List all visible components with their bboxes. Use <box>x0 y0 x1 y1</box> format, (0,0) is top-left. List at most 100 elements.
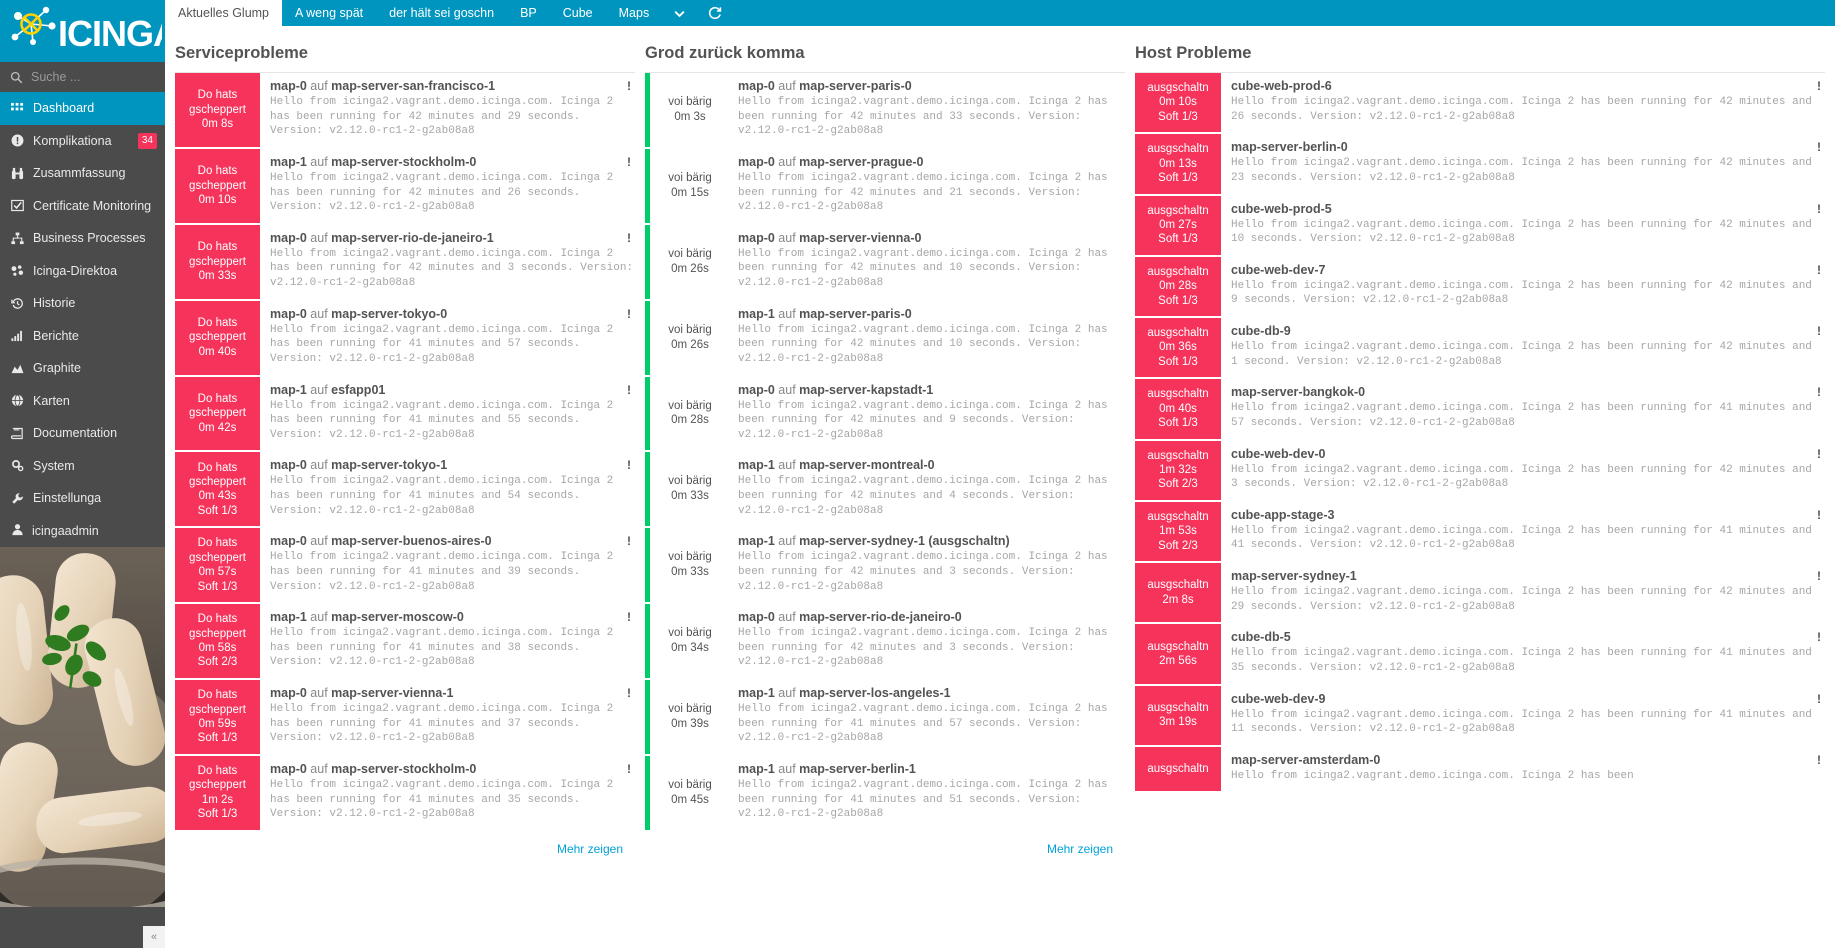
sidebar-item-business-processes[interactable]: Business Processes <box>0 222 165 255</box>
more-link-grod-zurueck-komma[interactable]: Mehr zeigen <box>645 832 1125 856</box>
status-label: voi bärig 0m 33s <box>650 452 730 526</box>
plugin-output: Hello from icinga2.vagrant.demo.icinga.c… <box>1231 218 1819 246</box>
plugin-output: Hello from icinga2.vagrant.demo.icinga.c… <box>1231 463 1819 491</box>
exclamation-icon: ! <box>627 230 631 245</box>
state-label: voi bärig <box>668 627 712 640</box>
service-name: map-1 <box>738 458 775 473</box>
table-row[interactable]: ausgschaltn 0m 28s Soft 1/3 cube-web-dev-7 H… <box>1135 256 1825 318</box>
tab-maps[interactable]: Maps <box>606 0 663 26</box>
tab-a-weng-spaet[interactable]: A weng spät <box>282 0 376 26</box>
tab-bp[interactable]: BP <box>507 0 550 26</box>
user-icon <box>11 523 24 539</box>
table-row[interactable]: Do hats gscheppert 0m 58s Soft 2/3 map-1 au… <box>175 604 635 680</box>
state-duration: 0m 3s <box>674 110 706 123</box>
host-name: map-server-amsterdam-0 <box>1231 752 1381 767</box>
table-row[interactable]: ausgschaltn 0m 10s Soft 1/3 cube-web-prod-6… <box>1135 73 1825 135</box>
sidebar-item-komplikationa[interactable]: Komplikationa 34 <box>0 125 165 158</box>
conjunction: auf <box>774 306 800 321</box>
state-duration: 0m 27s <box>1159 218 1197 231</box>
table-row[interactable]: Do hats gscheppert 0m 40s map-0 auf map-se… <box>175 300 635 377</box>
row-title: map-1 auf map-server-los-angeles-1 <box>738 686 1117 700</box>
sidebar-item-berichte[interactable]: Berichte <box>0 320 165 353</box>
table-row[interactable]: Do hats gscheppert 0m 8s map-0 auf map-ser… <box>175 73 635 149</box>
state-duration: 0m 28s <box>671 414 709 427</box>
brand-logo[interactable]: ICINGA <box>0 0 165 62</box>
sidebar-item-user[interactable]: icingaadmin <box>0 515 165 547</box>
row-body: map-0 auf map-server-san-francisco-1 Hell… <box>260 73 635 147</box>
status-badge: ausgschaltn 0m 13s Soft 1/3 <box>1135 134 1221 194</box>
sidebar-item-einstellunga[interactable]: Einstellunga <box>0 482 165 515</box>
table-row[interactable]: voi bärig 0m 33s map-1 auf map-server-mont… <box>645 452 1125 529</box>
table-row[interactable]: Do hats gscheppert 0m 43s Soft 1/3 map-0 au… <box>175 452 635 529</box>
table-row[interactable]: Do hats gscheppert 0m 42s map-1 auf esfapp… <box>175 376 635 453</box>
sidebar-item-certificate-monitoring[interactable]: Certificate Monitoring <box>0 190 165 223</box>
service-name: map-0 <box>738 610 775 625</box>
exclamation-icon: ! <box>627 761 631 776</box>
row-title: map-1 auf esfapp01 <box>270 383 635 397</box>
row-body: map-server-bangkok-0 Hello from icinga2.v… <box>1221 379 1825 438</box>
table-row[interactable]: voi bärig 0m 34s map-0 auf map-server-rio-… <box>645 604 1125 680</box>
table-row[interactable]: ausgschaltn 0m 13s Soft 1/3 map-server-berl… <box>1135 134 1825 196</box>
table-row[interactable]: Do hats gscheppert 1m 2s Soft 1/3 map-0 auf… <box>175 755 635 832</box>
row-title: map-0 auf map-server-buenos-aires-0 <box>270 534 635 548</box>
status-label: voi bärig 0m 3s <box>650 73 730 147</box>
table-row[interactable]: ausgschaltn 1m 53s Soft 2/3 cube-app-stage-… <box>1135 501 1825 563</box>
service-name: map-1 <box>270 382 307 397</box>
sidebar-item-system[interactable]: System <box>0 450 165 483</box>
status-badge: ausgschaltn 0m 10s Soft 1/3 <box>1135 73 1221 133</box>
state-label: ausgschaltn <box>1147 204 1209 217</box>
table-row[interactable]: ausgschaltn 0m 40s Soft 1/3 map-server-bang… <box>1135 379 1825 441</box>
tab-aktuelles-glump[interactable]: Aktuelles Glump <box>165 0 283 26</box>
sidebar-item-karten[interactable]: Karten <box>0 385 165 418</box>
table-row[interactable]: voi bärig 0m 28s map-0 auf map-server-kaps… <box>645 376 1125 453</box>
conjunction: auf <box>306 610 332 625</box>
table-row[interactable]: ausgschaltn 1m 32s Soft 2/3 cube-web-dev-0 H… <box>1135 440 1825 502</box>
exclamation-icon: ! <box>1817 569 1821 583</box>
sidebar-item-icinga-direktoa[interactable]: Icinga-Direktoa <box>0 255 165 288</box>
host-name: map-server-vienna-1 <box>331 686 454 700</box>
table-row[interactable]: ausgschaltn 0m 27s Soft 1/3 cube-web-prod-5… <box>1135 195 1825 257</box>
state-label: Do hats gscheppert <box>189 165 246 192</box>
sidebar-item-graphite[interactable]: Graphite <box>0 352 165 385</box>
row-title: map-0 auf map-server-tokyo-1 <box>270 458 635 472</box>
table-row[interactable]: voi bärig 0m 45s map-1 auf map-server-berl… <box>645 755 1125 832</box>
search-input[interactable] <box>31 70 151 84</box>
table-row[interactable]: Do hats gscheppert 0m 57s Soft 1/3 map-0 au… <box>175 528 635 605</box>
page-title: Host Probleme <box>1135 36 1825 73</box>
table-row[interactable]: voi bärig 0m 15s map-0 auf map-server-prag… <box>645 148 1125 225</box>
table-row[interactable]: voi bärig 0m 26s map-1 auf map-server-pari… <box>645 300 1125 377</box>
host-name: cube-db-9 <box>1231 324 1291 338</box>
table-row[interactable]: voi bärig 0m 39s map-1 auf map-server-los-… <box>645 680 1125 756</box>
service-name: map-0 <box>270 761 307 776</box>
sidebar-item-documentation[interactable]: Documentation <box>0 417 165 450</box>
exclamation-icon: ! <box>1817 630 1821 645</box>
sidebar-item-zusammfassung[interactable]: Zusammfassung <box>0 157 165 190</box>
host-name: map-server-tokyo-0 <box>331 306 448 321</box>
table-row[interactable]: ausgschaltn 3m 19s cube-web-dev-9 Hello fro… <box>1135 685 1825 747</box>
table-row[interactable]: voi bärig 0m 33s map-1 auf map-server-sydn… <box>645 528 1125 605</box>
search-box[interactable] <box>0 62 165 92</box>
tab-dropdown-button[interactable] <box>662 0 697 26</box>
sidebar-collapse-button[interactable]: « <box>143 926 165 948</box>
sidebar-item-historie[interactable]: Historie <box>0 287 165 320</box>
sidebar-item-dashboard[interactable]: Dashboard <box>0 92 165 125</box>
tab-label: Maps <box>618 6 650 20</box>
plugin-output: Hello from icinga2.vagrant.demo.icinga.c… <box>1231 279 1819 307</box>
table-row[interactable]: ausgschaltn 0m 36s Soft 1/3 cube-db-9 Hello … <box>1135 318 1825 380</box>
table-row[interactable]: Do hats gscheppert 0m 59s Soft 1/3 map-0 au… <box>175 680 635 756</box>
tab-der-haelt-sei-goschn[interactable]: der hält sei goschn <box>376 0 507 26</box>
table-row[interactable]: ausgschaltn map-server-amsterdam-0 Hello f… <box>1135 746 1825 794</box>
sidebar: ICINGA Dashboard Komplikationa <box>0 0 165 948</box>
more-link-serviceprobleme[interactable]: Mehr zeigen <box>175 832 635 856</box>
table-row[interactable]: Do hats gscheppert 0m 33s map-0 auf map-se… <box>175 224 635 301</box>
state-duration: 0m 33s <box>198 269 237 282</box>
refresh-button[interactable] <box>697 0 733 26</box>
tab-label: Aktuelles Glump <box>178 6 270 20</box>
table-row[interactable]: ausgschaltn 2m 8s map-server-sydney-1 Hello… <box>1135 563 1825 625</box>
table-row[interactable]: voi bärig 0m 26s map-0 auf map-server-vien… <box>645 224 1125 301</box>
table-row[interactable]: ausgschaltn 2m 56s cube-db-5 Hello from ici… <box>1135 624 1825 686</box>
tab-cube[interactable]: Cube <box>550 0 606 26</box>
conjunction: auf <box>306 686 332 700</box>
table-row[interactable]: voi bärig 0m 3s map-0 auf map-server-paris… <box>645 73 1125 149</box>
table-row[interactable]: Do hats gscheppert 0m 10s map-1 auf map-se… <box>175 148 635 225</box>
